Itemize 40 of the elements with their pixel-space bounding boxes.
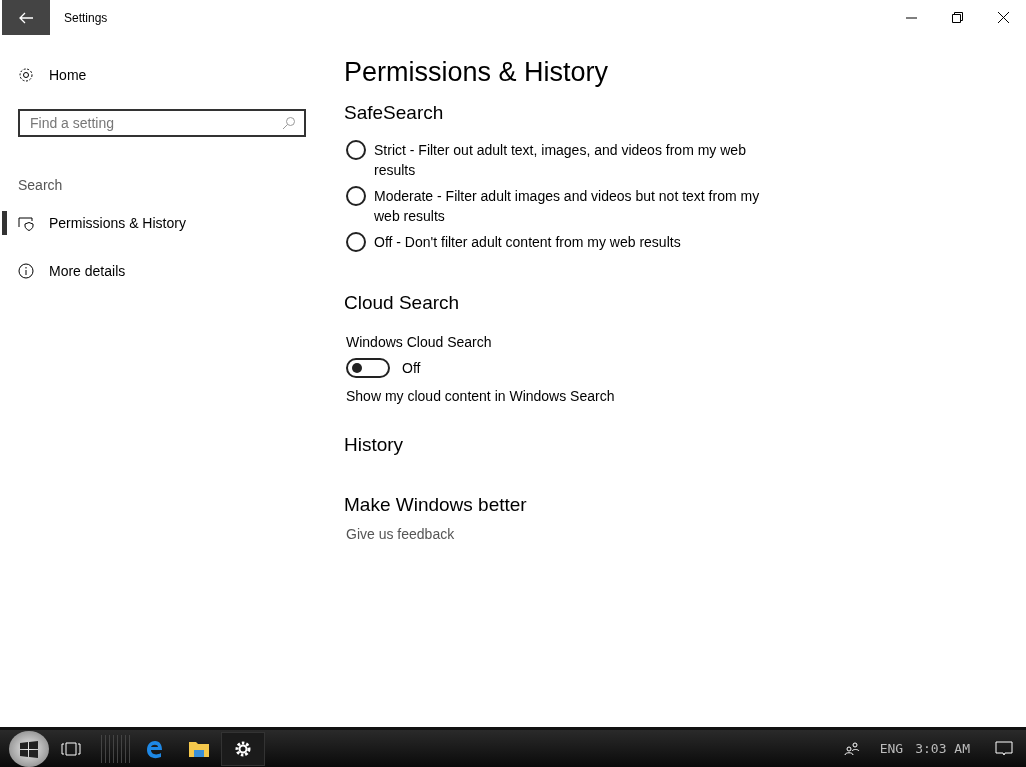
section-heading: SafeSearch [344, 102, 444, 124]
browser-icon [145, 738, 165, 759]
people-icon [843, 741, 860, 756]
info-icon [18, 263, 34, 279]
setting-description: Show my cloud content in Windows Search [346, 388, 615, 404]
windows-logo-icon [18, 738, 40, 759]
minimize-icon [905, 16, 917, 19]
gear-icon [18, 67, 34, 83]
feedback-link[interactable]: Give us feedback [346, 526, 455, 542]
back-button[interactable] [2, 0, 50, 35]
sidebar-item[interactable]: More details [0, 253, 320, 289]
language-indicator[interactable]: ENG [873, 741, 910, 756]
section-heading: History [344, 434, 404, 456]
radio-button[interactable] [346, 140, 366, 160]
search-field[interactable]: Find a setting [18, 109, 306, 137]
shield-icon [18, 215, 34, 231]
message-icon [995, 740, 1013, 757]
toggle-state-label: Off [402, 360, 421, 376]
task-view-icon [61, 741, 81, 756]
page-title: Permissions & History [344, 57, 609, 88]
back-arrow-icon [19, 11, 33, 24]
close-icon [997, 12, 1009, 23]
taskbar-app[interactable] [221, 731, 265, 766]
clock[interactable]: 3:03 AM [909, 741, 976, 756]
section-heading: Cloud Search [344, 292, 460, 314]
radio-option[interactable]: Moderate - Filter adult images and videos but not text from my web results [346, 186, 796, 226]
start-button[interactable] [9, 730, 49, 767]
sidebar-item[interactable]: Permissions & History [0, 205, 320, 241]
toggle-switch[interactable] [346, 358, 390, 378]
section-label: Search [18, 177, 64, 193]
restore-icon [951, 12, 963, 23]
window-title: Settings [64, 10, 108, 25]
radio-option[interactable]: Strict - Filter out adult text, images, and videos from my web results [346, 140, 796, 180]
home-nav-item[interactable]: Home [0, 57, 320, 93]
section-heading: Make Windows better [344, 494, 527, 516]
radio-option[interactable]: Off - Don't filter adult content from my web results [346, 232, 796, 252]
radio-button[interactable] [346, 232, 366, 252]
radio-button[interactable] [346, 186, 366, 206]
setting-label: Windows Cloud Search [346, 334, 492, 350]
search-icon [282, 116, 296, 130]
